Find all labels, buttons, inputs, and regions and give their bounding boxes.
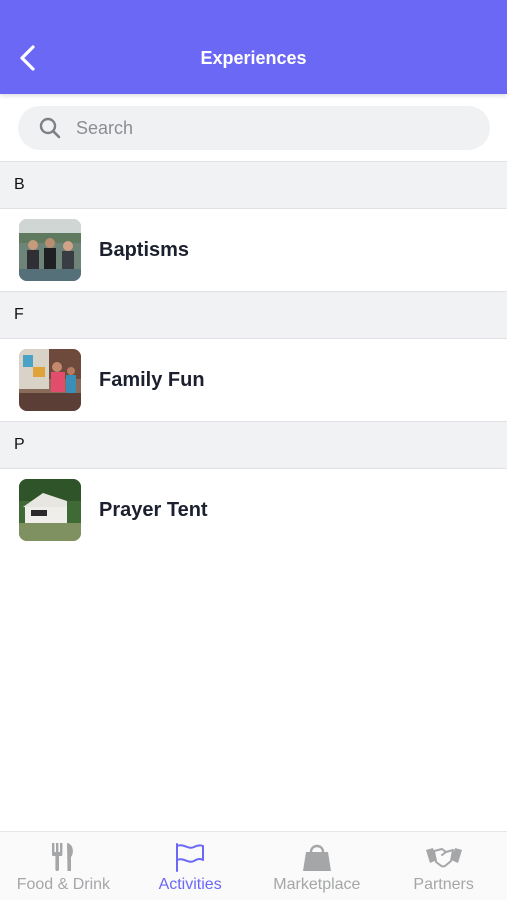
- experiences-list: B Baptisms F Family Fun P Prayer Tent: [0, 161, 507, 551]
- fork-knife-icon: [49, 842, 77, 872]
- search-bar[interactable]: [18, 106, 490, 150]
- section-letter: B: [14, 176, 25, 193]
- tab-marketplace[interactable]: Marketplace: [254, 832, 381, 900]
- list-item-baptisms[interactable]: Baptisms: [0, 209, 507, 291]
- section-header-b: B: [0, 161, 507, 209]
- tab-label: Marketplace: [273, 876, 361, 893]
- tab-label: Activities: [158, 876, 222, 893]
- section-letter: P: [14, 436, 25, 453]
- search-box[interactable]: [18, 106, 490, 150]
- flag-icon: [174, 842, 206, 872]
- section-letter: F: [14, 306, 24, 323]
- top-app-bar: Experiences: [0, 0, 507, 94]
- bottom-tab-bar: Food & Drink Activities Marketplace Part…: [0, 831, 507, 900]
- baptisms-thumbnail: [19, 219, 81, 281]
- list-item-label: Baptisms: [99, 238, 190, 261]
- family-fun-thumbnail: [19, 349, 81, 411]
- tab-activities[interactable]: Activities: [127, 832, 254, 900]
- list-item-family-fun[interactable]: Family Fun: [0, 339, 507, 421]
- shopping-bag-icon: [301, 842, 333, 872]
- search-icon: [38, 115, 64, 141]
- tab-food-drink[interactable]: Food & Drink: [0, 832, 127, 900]
- list-item-prayer-tent[interactable]: Prayer Tent: [0, 469, 507, 551]
- list-item-label: Prayer Tent: [99, 498, 208, 521]
- handshake-icon: [424, 842, 464, 872]
- list-item-label: Family Fun: [99, 368, 205, 391]
- section-header-p: P: [0, 421, 507, 469]
- prayer-tent-thumbnail: [19, 479, 81, 541]
- page-title: Experiences: [200, 48, 307, 68]
- section-header-f: F: [0, 291, 507, 339]
- tab-label: Food & Drink: [16, 876, 111, 893]
- tab-label: Partners: [413, 876, 474, 893]
- tab-partners[interactable]: Partners: [380, 832, 507, 900]
- search-input[interactable]: [76, 117, 436, 139]
